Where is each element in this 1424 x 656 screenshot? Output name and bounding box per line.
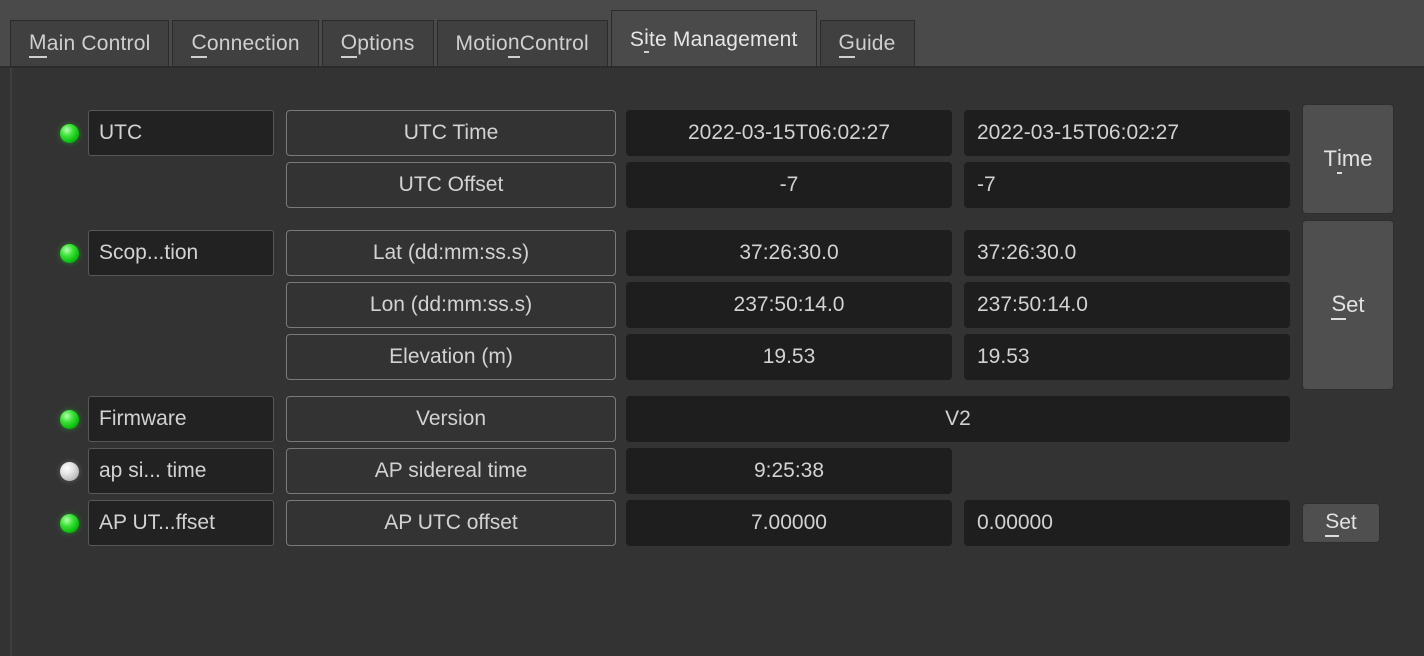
group-ap-sidereal-time: ap si... time AP sidereal time 9:25:38: [50, 448, 1394, 494]
field-label-button[interactable]: Elevation (m): [286, 334, 616, 380]
value-input-field[interactable]: -7: [964, 162, 1290, 208]
value-input-field[interactable]: 19.53: [964, 334, 1290, 380]
field-label-button[interactable]: Version: [286, 396, 616, 442]
field-label-button[interactable]: AP UTC offset: [286, 500, 616, 546]
settings-rows: UTC UTC Time 2022-03-15T06:02:27 2022-03-15…: [50, 104, 1394, 552]
field-label-button[interactable]: AP sidereal time: [286, 448, 616, 494]
tab-guide[interactable]: Guide: [819, 20, 915, 68]
current-value-display: 237:50:14.0: [626, 282, 952, 328]
value-input-field[interactable]: 0.00000: [964, 500, 1290, 546]
current-value-display: 19.53: [626, 334, 952, 380]
led-cell: [50, 243, 88, 263]
group-utc: UTC UTC Time 2022-03-15T06:02:27 2022-03-15…: [50, 104, 1394, 214]
led-cell: [50, 123, 88, 143]
group-firmware: Firmware Version V2: [50, 396, 1394, 442]
action-button-set-ap-utc-offset[interactable]: Set: [1302, 503, 1380, 543]
action-button-time-utc[interactable]: Ti me: [1302, 104, 1394, 214]
status-led-scope-location: [59, 243, 79, 263]
current-value-display: 2022-03-15T06:02:27: [626, 110, 952, 156]
status-led-ap-utc-offset: [59, 513, 79, 533]
site-management-window: Main Control Connection Options Motio n Cont…: [0, 0, 1424, 656]
group-name-field-ap-utc-offset[interactable]: AP UT...ffset: [88, 500, 274, 546]
tab-options[interactable]: Options: [321, 20, 434, 68]
group-scope-location: Scop...tion Lat (dd:mm:ss.s) 37:26:30.0 37:…: [50, 220, 1394, 390]
status-led-ap-sidereal-time: [59, 461, 79, 481]
current-value-display: 37:26:30.0: [626, 230, 952, 276]
status-led-firmware: [59, 409, 79, 429]
tab-main-control[interactable]: Main Control: [10, 20, 170, 68]
current-value-display: 9:25:38: [626, 448, 952, 494]
site-management-panel: UTC UTC Time 2022-03-15T06:02:27 2022-03-15…: [10, 68, 1414, 656]
value-input-field[interactable]: 37:26:30.0: [964, 230, 1290, 276]
tab-motion-control[interactable]: Motio n Control: [436, 20, 608, 68]
led-cell: [50, 461, 88, 481]
group-name-field-utc[interactable]: UTC: [88, 110, 274, 156]
table-row: UTC UTC Time 2022-03-15T06:02:27 2022-03-15…: [50, 110, 1290, 156]
tab-site-management[interactable]: Si te Management: [610, 10, 817, 68]
value-input-field[interactable]: 2022-03-15T06:02:27: [964, 110, 1290, 156]
table-row: Elevation (m) 19.53 19.53: [50, 334, 1290, 380]
group-ap-utc-offset: AP UT...ffset AP UTC offset 7.00000 0.00000…: [50, 500, 1394, 546]
table-row: AP UT...ffset AP UTC offset 7.00000 0.00000: [50, 500, 1290, 546]
tab-bar: Main Control Connection Options Motio n Cont…: [0, 0, 1424, 68]
group-name-field-firmware[interactable]: Firmware: [88, 396, 274, 442]
led-cell: [50, 513, 88, 533]
led-cell: [50, 409, 88, 429]
table-row: ap si... time AP sidereal time 9:25:38: [50, 448, 952, 494]
field-label-button[interactable]: UTC Offset: [286, 162, 616, 208]
field-label-button[interactable]: Lon (dd:mm:ss.s): [286, 282, 616, 328]
field-label-button[interactable]: Lat (dd:mm:ss.s): [286, 230, 616, 276]
tab-connection[interactable]: Connection: [172, 20, 319, 68]
value-display: V2: [626, 396, 1290, 442]
table-row: Lon (dd:mm:ss.s) 237:50:14.0 237:50:14.0: [50, 282, 1290, 328]
group-name-field-scope-location[interactable]: Scop...tion: [88, 230, 274, 276]
status-led-utc: [59, 123, 79, 143]
action-button-set-scope-location[interactable]: Set: [1302, 220, 1394, 390]
table-row: Scop...tion Lat (dd:mm:ss.s) 37:26:30.0 37:…: [50, 230, 1290, 276]
current-value-display: 7.00000: [626, 500, 952, 546]
value-input-field[interactable]: 237:50:14.0: [964, 282, 1290, 328]
current-value-display: -7: [626, 162, 952, 208]
tab-strip: Main Control Connection Options Motio n Cont…: [10, 10, 918, 68]
group-name-field-ap-sidereal-time[interactable]: ap si... time: [88, 448, 274, 494]
field-label-button[interactable]: UTC Time: [286, 110, 616, 156]
table-row: Firmware Version V2: [50, 396, 1290, 442]
table-row: UTC Offset -7 -7: [50, 162, 1290, 208]
